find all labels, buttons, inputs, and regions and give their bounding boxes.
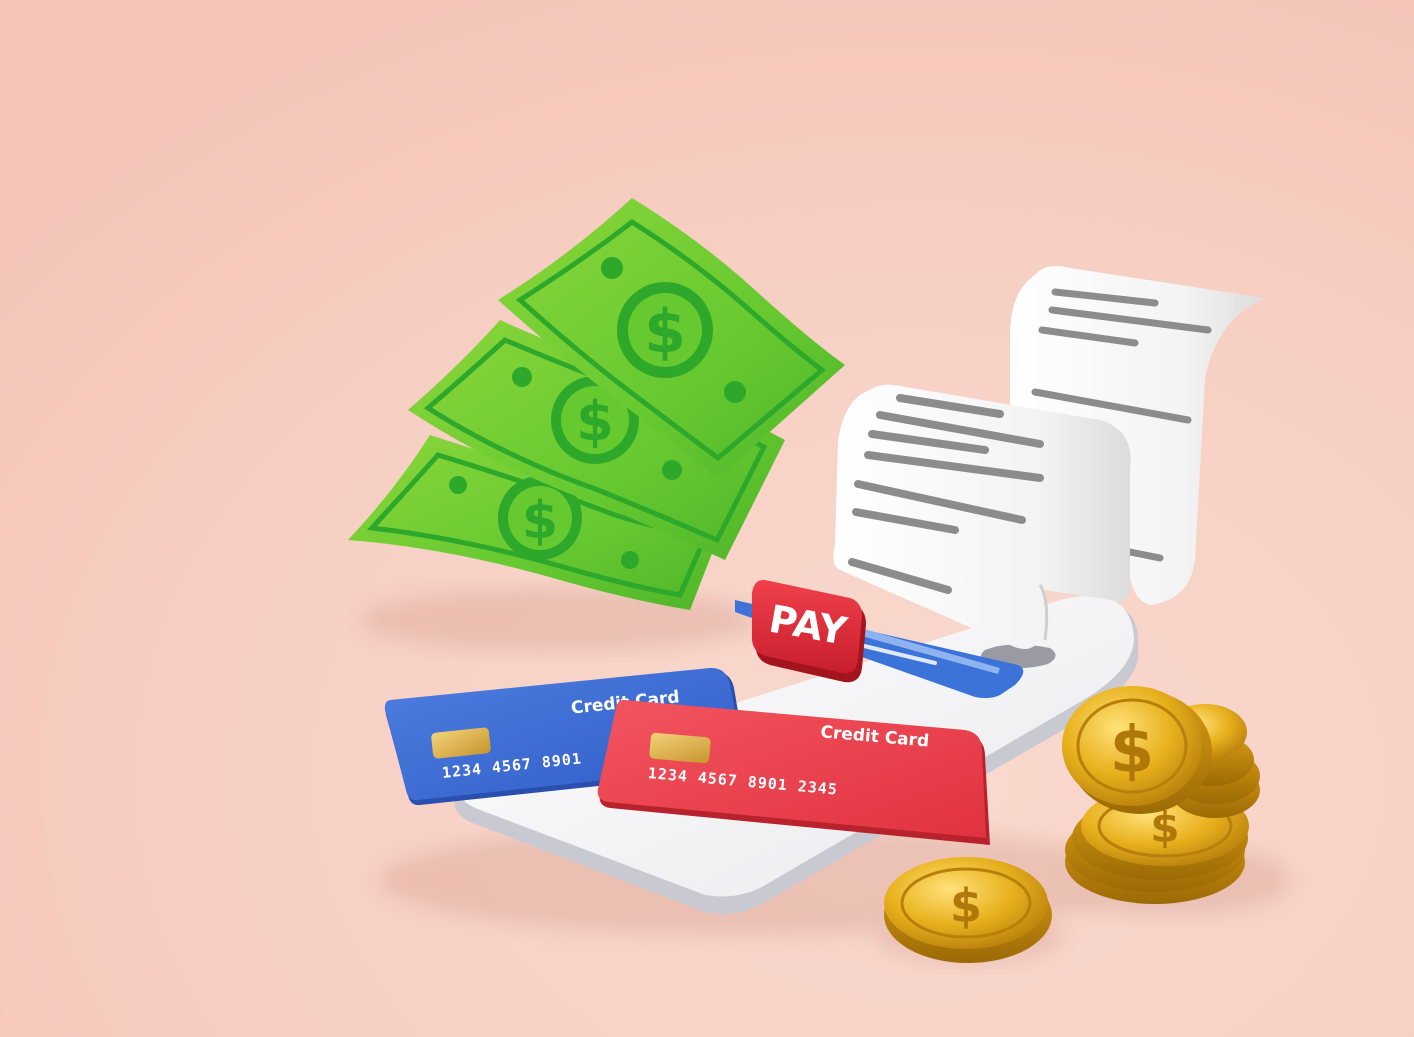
bill-dollar-sign: $ (522, 491, 558, 551)
bill-dollar-sign: $ (576, 390, 614, 453)
coin-dollar-sign: $ (950, 879, 982, 933)
coin-dollar-sign: $ (1110, 714, 1155, 788)
payment-illustration: PAY $ $ $ Credit Card 1234 4567 8901 Cre… (0, 0, 1414, 1037)
coin-icon: $ (884, 857, 1052, 963)
bill-dollar-sign: $ (644, 297, 686, 367)
illustration-canvas: PAY $ $ $ Credit Card 1234 4567 8901 Cre… (0, 0, 1414, 1037)
card-chip-icon (649, 732, 711, 764)
